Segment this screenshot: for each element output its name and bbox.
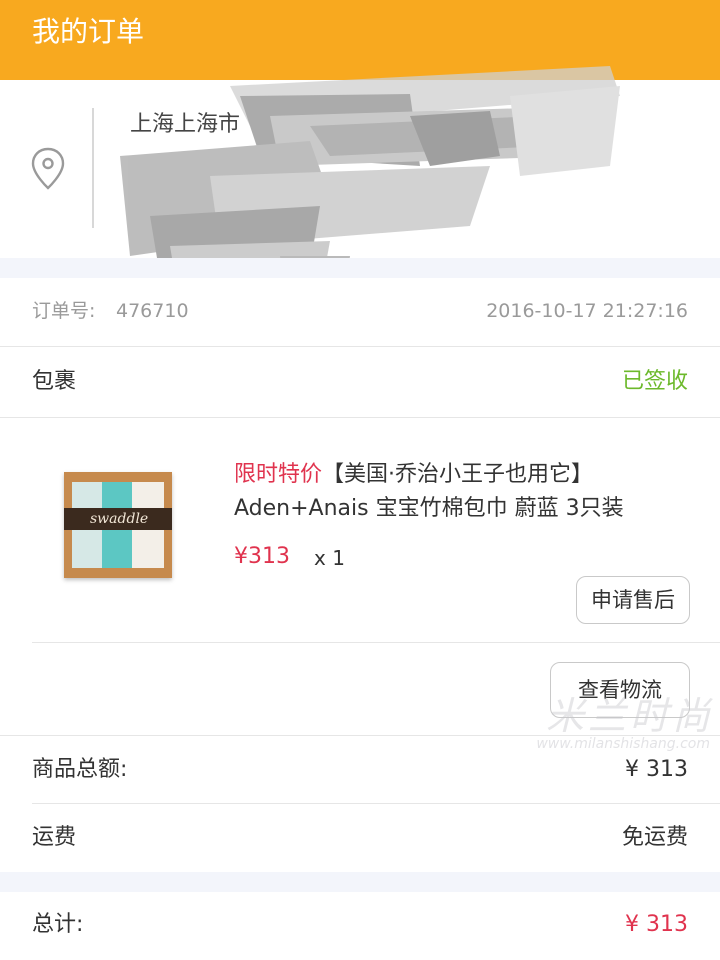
page-title: 我的订单 [32,15,145,48]
divider [32,803,720,804]
package-row: 包裹 已签收 [0,347,720,418]
shipping-label: 运费 [32,825,77,850]
order-number-value: 476710 [116,300,189,322]
top-bar: 我的订单 [0,0,720,80]
view-logistics-button[interactable]: 查看物流 [550,662,690,718]
total-label: 总计: [32,912,84,937]
product-price: ¥313 [234,544,290,569]
watermark-url: www.milanshishang.com [536,736,710,752]
divider [32,642,720,643]
package-label: 包裹 [32,369,77,394]
package-status: 已签收 [621,369,688,394]
product-label-band: swaddle [64,508,172,530]
product-image[interactable]: swaddle [64,472,172,578]
product-title[interactable]: 限时特价【美国·乔治小王子也用它】Aden+Anais 宝宝竹棉包巾 蔚蓝 3只… [234,458,694,526]
address-card[interactable] [0,80,720,258]
product-quantity: x 1 [314,546,345,570]
location-pin-icon [31,147,65,190]
order-number-label: 订单号: [32,300,96,322]
separator-band [0,258,720,278]
goods-total-value: ¥ 313 [625,757,688,782]
separator-band [0,872,720,892]
divider [0,735,720,736]
order-timestamp: 2016-10-17 21:27:16 [486,300,688,322]
address-line: 上海上海市 [130,112,241,137]
order-info-row: 订单号: 476710 2016-10-17 21:27:16 [0,278,720,347]
product-brand-text: swaddle [90,511,149,527]
shipping-value: 免运费 [621,825,688,850]
after-sales-button[interactable]: 申请售后 [576,576,690,624]
goods-total-label: 商品总额: [32,757,128,782]
address-divider [92,108,94,228]
promo-tag: 限时特价 [234,462,323,487]
total-value: ¥ 313 [625,912,688,937]
